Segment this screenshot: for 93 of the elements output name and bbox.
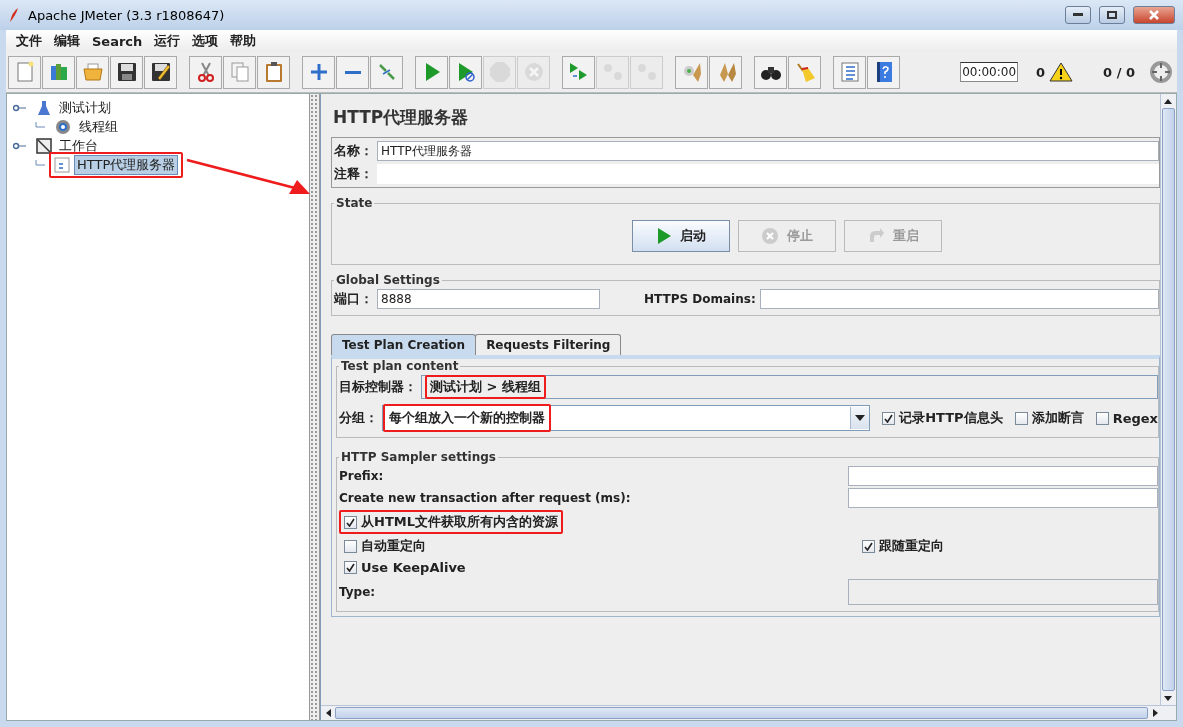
checkbox[interactable] <box>344 539 357 553</box>
menu-item[interactable]: 编辑 <box>48 32 86 50</box>
grouping-dropdown[interactable]: 每个组放入一个新的控制器 <box>382 405 871 431</box>
arrow-up-icon <box>1164 98 1172 104</box>
arrow-right-icon <box>1152 709 1158 717</box>
window-title: Apache JMeter (3.3 r1808647) <box>28 7 226 23</box>
state-button[interactable]: 启动 <box>632 220 730 252</box>
field-label: 端口： <box>334 290 373 308</box>
caret-icon <box>855 415 866 421</box>
menu-item[interactable]: 选项 <box>186 32 225 50</box>
arrow-down-icon <box>1164 695 1172 701</box>
type-dropdown[interactable] <box>848 579 1158 605</box>
warning-count: 0 <box>1036 64 1046 80</box>
field-label: 目标控制器： <box>339 378 417 396</box>
checkbox[interactable] <box>882 411 896 425</box>
tree-item[interactable]: 线程组 <box>76 116 121 137</box>
menu-item[interactable]: Search <box>86 33 149 49</box>
checkbox-label[interactable]: 记录HTTP信息头 <box>882 409 1003 427</box>
warning-icon[interactable] <box>1049 62 1074 82</box>
redo-arrow-icon <box>867 227 885 245</box>
tab[interactable]: Requests Filtering <box>475 334 622 355</box>
splitter[interactable] <box>310 94 320 720</box>
group-title: HTTP Sampler settings <box>340 450 497 464</box>
field-label: Type: <box>339 585 376 599</box>
minimize-button[interactable] <box>1065 6 1091 24</box>
tree-handle-icon[interactable] <box>13 140 27 151</box>
checkbox[interactable] <box>344 561 357 574</box>
checkbox-label[interactable]: 添加断言 <box>1014 409 1084 427</box>
flask-icon <box>36 99 52 116</box>
checkbox-label[interactable]: Regex <box>1095 410 1158 426</box>
group-title: State <box>335 196 374 210</box>
transaction-field[interactable] <box>848 488 1158 508</box>
group-title: Test plan content <box>340 359 460 373</box>
menu-item[interactable]: 运行 <box>148 32 187 50</box>
scrollbar-thumb[interactable] <box>335 707 1148 719</box>
field-label: Prefix: <box>339 469 384 483</box>
tree-item[interactable]: 测试计划 <box>56 97 114 118</box>
checkbox[interactable] <box>1095 411 1109 425</box>
minimize-icon <box>1073 13 1083 17</box>
checkbox[interactable] <box>1014 411 1028 425</box>
prefix-field[interactable] <box>848 466 1158 486</box>
close-button[interactable] <box>1133 6 1175 24</box>
target-controller-field[interactable]: 测试计划 > 线程组 <box>421 375 1158 399</box>
checkbox-label[interactable]: 跟随重定向 <box>862 537 944 555</box>
x-circle-icon <box>522 61 545 83</box>
arrow-left-icon <box>325 709 331 717</box>
slashed-page-icon <box>36 137 52 154</box>
minus-icon <box>344 70 361 74</box>
menu-item[interactable]: 帮助 <box>224 32 263 50</box>
name-field[interactable]: HTTP代理服务器 <box>377 141 1159 161</box>
menu-item[interactable]: 文件 <box>10 32 48 50</box>
feather-icon <box>8 7 20 23</box>
toolbar-button[interactable] <box>144 55 177 89</box>
toolbar-button[interactable] <box>867 55 900 89</box>
elapsed-time: 00:00:00 <box>960 62 1019 82</box>
port-field[interactable]: 8888 <box>377 289 600 309</box>
play-icon <box>656 227 672 245</box>
tree-handle-icon[interactable] <box>13 102 27 113</box>
panel-title: HTTP代理服务器 <box>333 106 470 129</box>
field-label: Create new transaction after request (ms): <box>339 491 631 505</box>
checkbox-label[interactable]: 从HTML文件获取所有内含的资源 <box>344 513 558 531</box>
copy-icon <box>228 61 251 83</box>
close-icon <box>1148 10 1160 20</box>
field-label: 名称： <box>334 142 373 160</box>
field-label: 注释： <box>334 165 373 183</box>
comment-field[interactable] <box>377 164 1159 184</box>
field-label: HTTPS Domains: <box>644 292 756 306</box>
tree-item[interactable]: HTTP代理服务器 <box>74 154 179 175</box>
checkbox[interactable] <box>344 515 357 529</box>
field-value: 每个组放入一个新的控制器 <box>389 409 545 427</box>
maximize-button[interactable] <box>1099 6 1125 24</box>
thread-count: 0 / 0 <box>1103 64 1135 80</box>
list-icon <box>838 61 861 83</box>
checkbox-label[interactable]: Use KeepAlive <box>344 560 466 575</box>
remote-status-icon <box>1149 60 1173 84</box>
field-label: 分组： <box>339 409 378 427</box>
https-domains-field[interactable] <box>759 289 1159 309</box>
maximize-icon <box>1107 11 1117 19</box>
gear-icon <box>54 117 72 136</box>
tab[interactable]: Test Plan Creation <box>331 334 477 355</box>
toolbar-button[interactable] <box>110 55 143 89</box>
x-circle-icon <box>761 227 779 245</box>
checkbox[interactable] <box>862 539 875 553</box>
toolbar-button[interactable] <box>754 55 787 89</box>
checkbox-label[interactable]: 自动重定向 <box>344 537 858 555</box>
toolbar-button[interactable] <box>257 55 290 89</box>
folder-icon <box>81 61 104 83</box>
form-icon <box>54 156 70 173</box>
scrollbar-thumb[interactable] <box>1162 108 1175 691</box>
floppy-pencil-icon <box>149 61 172 83</box>
tree-item[interactable]: 工作台 <box>56 135 101 156</box>
group-title: Global Settings <box>335 273 441 287</box>
field-value: 测试计划 > 线程组 <box>430 378 541 396</box>
